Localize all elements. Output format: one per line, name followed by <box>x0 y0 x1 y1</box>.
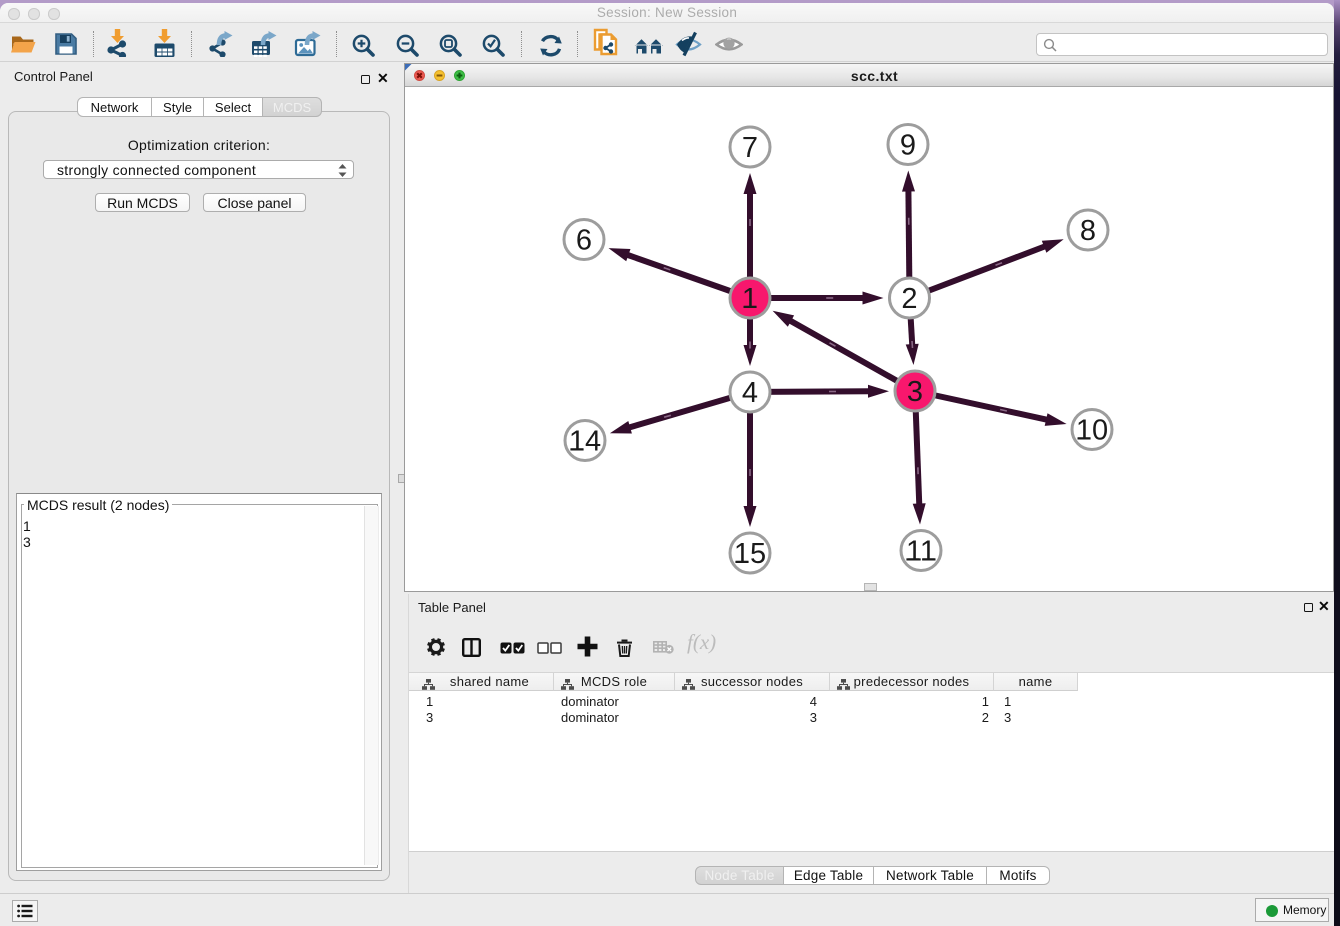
svg-text:10: 10 <box>1076 415 1108 447</box>
svg-text:1: 1 <box>742 283 758 315</box>
svg-text:11: 11 <box>906 536 936 568</box>
svg-text:4: 4 <box>742 377 758 409</box>
svg-text:15: 15 <box>734 538 766 570</box>
svg-text:8: 8 <box>1080 215 1096 247</box>
svg-text:6: 6 <box>576 225 592 257</box>
svg-text:2: 2 <box>901 283 917 315</box>
svg-text:3: 3 <box>907 376 923 408</box>
svg-text:9: 9 <box>900 130 916 162</box>
svg-text:7: 7 <box>742 132 758 164</box>
svg-text:14: 14 <box>569 426 601 458</box>
